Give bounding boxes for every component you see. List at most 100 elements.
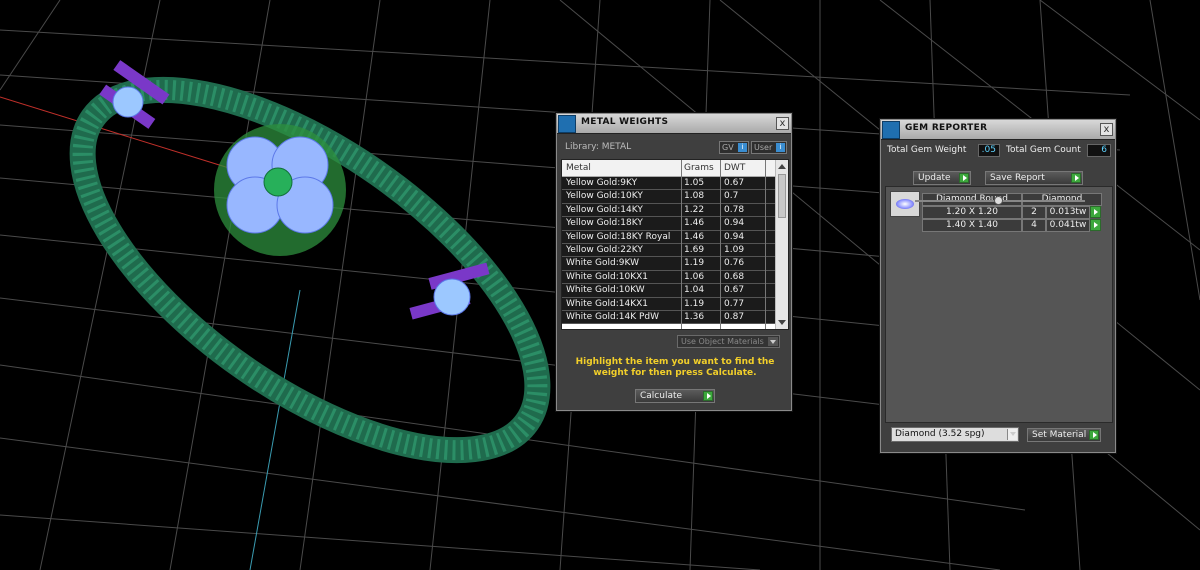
cell-dwt: 0.77 <box>724 298 745 309</box>
scroll-down-icon[interactable] <box>778 320 786 325</box>
metal-weights-title: METAL WEIGHTS <box>581 117 669 127</box>
table-row[interactable]: Yellow Gold:9KY 1.05 0.67 <box>562 177 776 191</box>
gem-reporter-titlebar[interactable]: GEM REPORTER x <box>881 120 1115 140</box>
total-gem-count-label: Total Gem Count <box>1006 145 1081 155</box>
scroll-thumb[interactable] <box>778 174 786 218</box>
gem-reporter-app-icon <box>882 121 900 139</box>
y-axis-line <box>249 289 301 570</box>
chevron-down-icon <box>1007 429 1017 440</box>
use-object-materials-dropdown[interactable]: Use Object Materials <box>677 335 780 348</box>
column-divider <box>765 160 766 329</box>
cell-metal: Yellow Gold:14KY <box>566 204 643 215</box>
table-row[interactable]: White Gold:9KW 1.19 0.76 <box>562 257 776 271</box>
gem-cell-count: 4 <box>1022 219 1046 232</box>
cell-dwt: 0.67 <box>724 285 745 296</box>
material-select-value: Diamond (3.52 spg) <box>895 429 985 439</box>
total-gem-count-value: 6 <box>1087 144 1111 157</box>
cell-dwt: 0.76 <box>724 258 745 269</box>
chevron-down-icon <box>768 337 778 346</box>
play-icon[interactable] <box>1090 206 1101 218</box>
cell-metal: Yellow Gold:10KY <box>566 191 643 202</box>
table-row[interactable]: Yellow Gold:18KY 1.46 0.94 <box>562 217 776 231</box>
cell-metal: White Gold:10KW <box>566 285 645 296</box>
cell-grams: 1.19 <box>684 298 705 309</box>
cell-dwt: 0.94 <box>724 218 745 229</box>
play-icon <box>703 391 713 401</box>
gem-cell-weight: 0.013tw <box>1046 206 1090 219</box>
metal-table-scrollbar[interactable] <box>775 160 788 329</box>
metal-table-rows: Yellow Gold:9KY 1.05 0.67 Yellow Gold:10KY 1… <box>562 177 776 325</box>
table-row[interactable]: White Gold:10KX1 1.06 0.68 <box>562 270 776 285</box>
material-select[interactable]: Diamond (3.52 spg) <box>891 427 1019 442</box>
gv-toggle-label: GV <box>722 143 734 152</box>
cell-dwt: 1.09 <box>724 244 745 255</box>
update-button[interactable]: Update <box>913 171 971 185</box>
play-icon <box>1089 430 1099 440</box>
close-icon[interactable]: x <box>776 117 789 130</box>
metal-table-header: Metal Grams DWT <box>562 160 776 177</box>
col-grams[interactable]: Grams <box>684 163 714 173</box>
flower-setting <box>214 124 346 256</box>
gem-cell-count: 2 <box>1022 206 1046 219</box>
total-gem-weight-label: Total Gem Weight <box>887 145 967 155</box>
cell-dwt: 0.7 <box>724 191 739 202</box>
column-divider <box>681 160 682 329</box>
total-gem-weight-value: .05 <box>978 144 1000 157</box>
save-report-button[interactable]: Save Report <box>985 171 1083 185</box>
instruction-message: Highlight the item you want to find the … <box>575 357 775 378</box>
scroll-up-icon[interactable] <box>778 164 786 169</box>
gem-cell-size: 1.40 X 1.40 <box>922 219 1022 232</box>
user-toggle-label: User <box>754 143 773 152</box>
table-row[interactable]: Yellow Gold:10KY 1.08 0.7 <box>562 190 776 204</box>
use-object-materials-label: Use Object Materials <box>681 337 764 346</box>
play-icon <box>959 173 969 183</box>
gem-list-area[interactable]: Diamond Round Diamond 1.20 X 1.20 2 0.013t… <box>885 186 1113 423</box>
gem-slider-handle[interactable] <box>994 196 1003 205</box>
table-row[interactable]: Yellow Gold:18KY Royal 1.46 0.94 <box>562 230 776 244</box>
table-row[interactable]: White Gold:14KX1 1.19 0.77 <box>562 297 776 311</box>
table-row[interactable]: Yellow Gold:22KY 1.69 1.09 <box>562 243 776 258</box>
side-stone-left <box>99 60 170 129</box>
cell-grams: 1.19 <box>684 258 705 269</box>
cell-metal: Yellow Gold:22KY <box>566 244 643 255</box>
column-divider <box>720 160 721 329</box>
calculate-button[interactable]: Calculate <box>635 389 715 403</box>
col-dwt[interactable]: DWT <box>724 163 745 173</box>
gem-cell-weight: 0.041tw <box>1046 219 1090 232</box>
table-row[interactable]: Yellow Gold:14KY 1.22 0.78 <box>562 203 776 218</box>
col-metal[interactable]: Metal <box>566 163 591 173</box>
cell-grams: 1.05 <box>684 178 705 188</box>
gv-toggle[interactable]: GV i <box>719 141 749 154</box>
cell-metal: White Gold:9KW <box>566 258 639 269</box>
cell-grams: 1.08 <box>684 191 705 202</box>
cell-dwt: 0.78 <box>724 204 745 215</box>
gem-cell-size: 1.20 X 1.20 <box>922 206 1022 219</box>
update-label: Update <box>918 173 951 183</box>
cell-dwt: 0.94 <box>724 231 745 242</box>
user-toggle[interactable]: User i <box>751 141 787 154</box>
set-material-button[interactable]: Set Material <box>1027 428 1101 442</box>
cell-grams: 1.46 <box>684 231 705 242</box>
table-row[interactable]: White Gold:14K PdW 1.36 0.87 <box>562 310 776 325</box>
calculate-label: Calculate <box>640 391 683 401</box>
cell-grams: 1.69 <box>684 244 705 255</box>
cell-dwt: 0.68 <box>724 271 745 282</box>
cell-grams: 1.06 <box>684 271 705 282</box>
cell-metal: Yellow Gold:18KY Royal <box>566 231 671 242</box>
cell-grams: 1.46 <box>684 218 705 229</box>
info-icon: i <box>738 143 747 152</box>
play-icon[interactable] <box>1090 219 1101 231</box>
save-report-label: Save Report <box>990 173 1045 183</box>
cell-grams: 1.04 <box>684 285 705 296</box>
metal-table[interactable]: Metal Grams DWT Yellow Gold:9KY 1.05 0.67 Y… <box>561 159 789 330</box>
diamond-round-icon <box>890 191 920 217</box>
table-row[interactable]: White Gold:10KW 1.04 0.67 <box>562 284 776 298</box>
metal-weights-panel: METAL WEIGHTS x Library: METAL GV i User… <box>556 113 792 411</box>
metal-weights-titlebar[interactable]: METAL WEIGHTS x <box>557 114 791 134</box>
cell-metal: White Gold:10KX1 <box>566 271 649 282</box>
cell-metal: Yellow Gold:9KY <box>566 178 638 188</box>
cell-metal: Yellow Gold:18KY <box>566 218 643 229</box>
cell-metal: White Gold:14KX1 <box>566 298 649 309</box>
close-icon[interactable]: x <box>1100 123 1113 136</box>
cell-dwt: 0.67 <box>724 178 745 188</box>
